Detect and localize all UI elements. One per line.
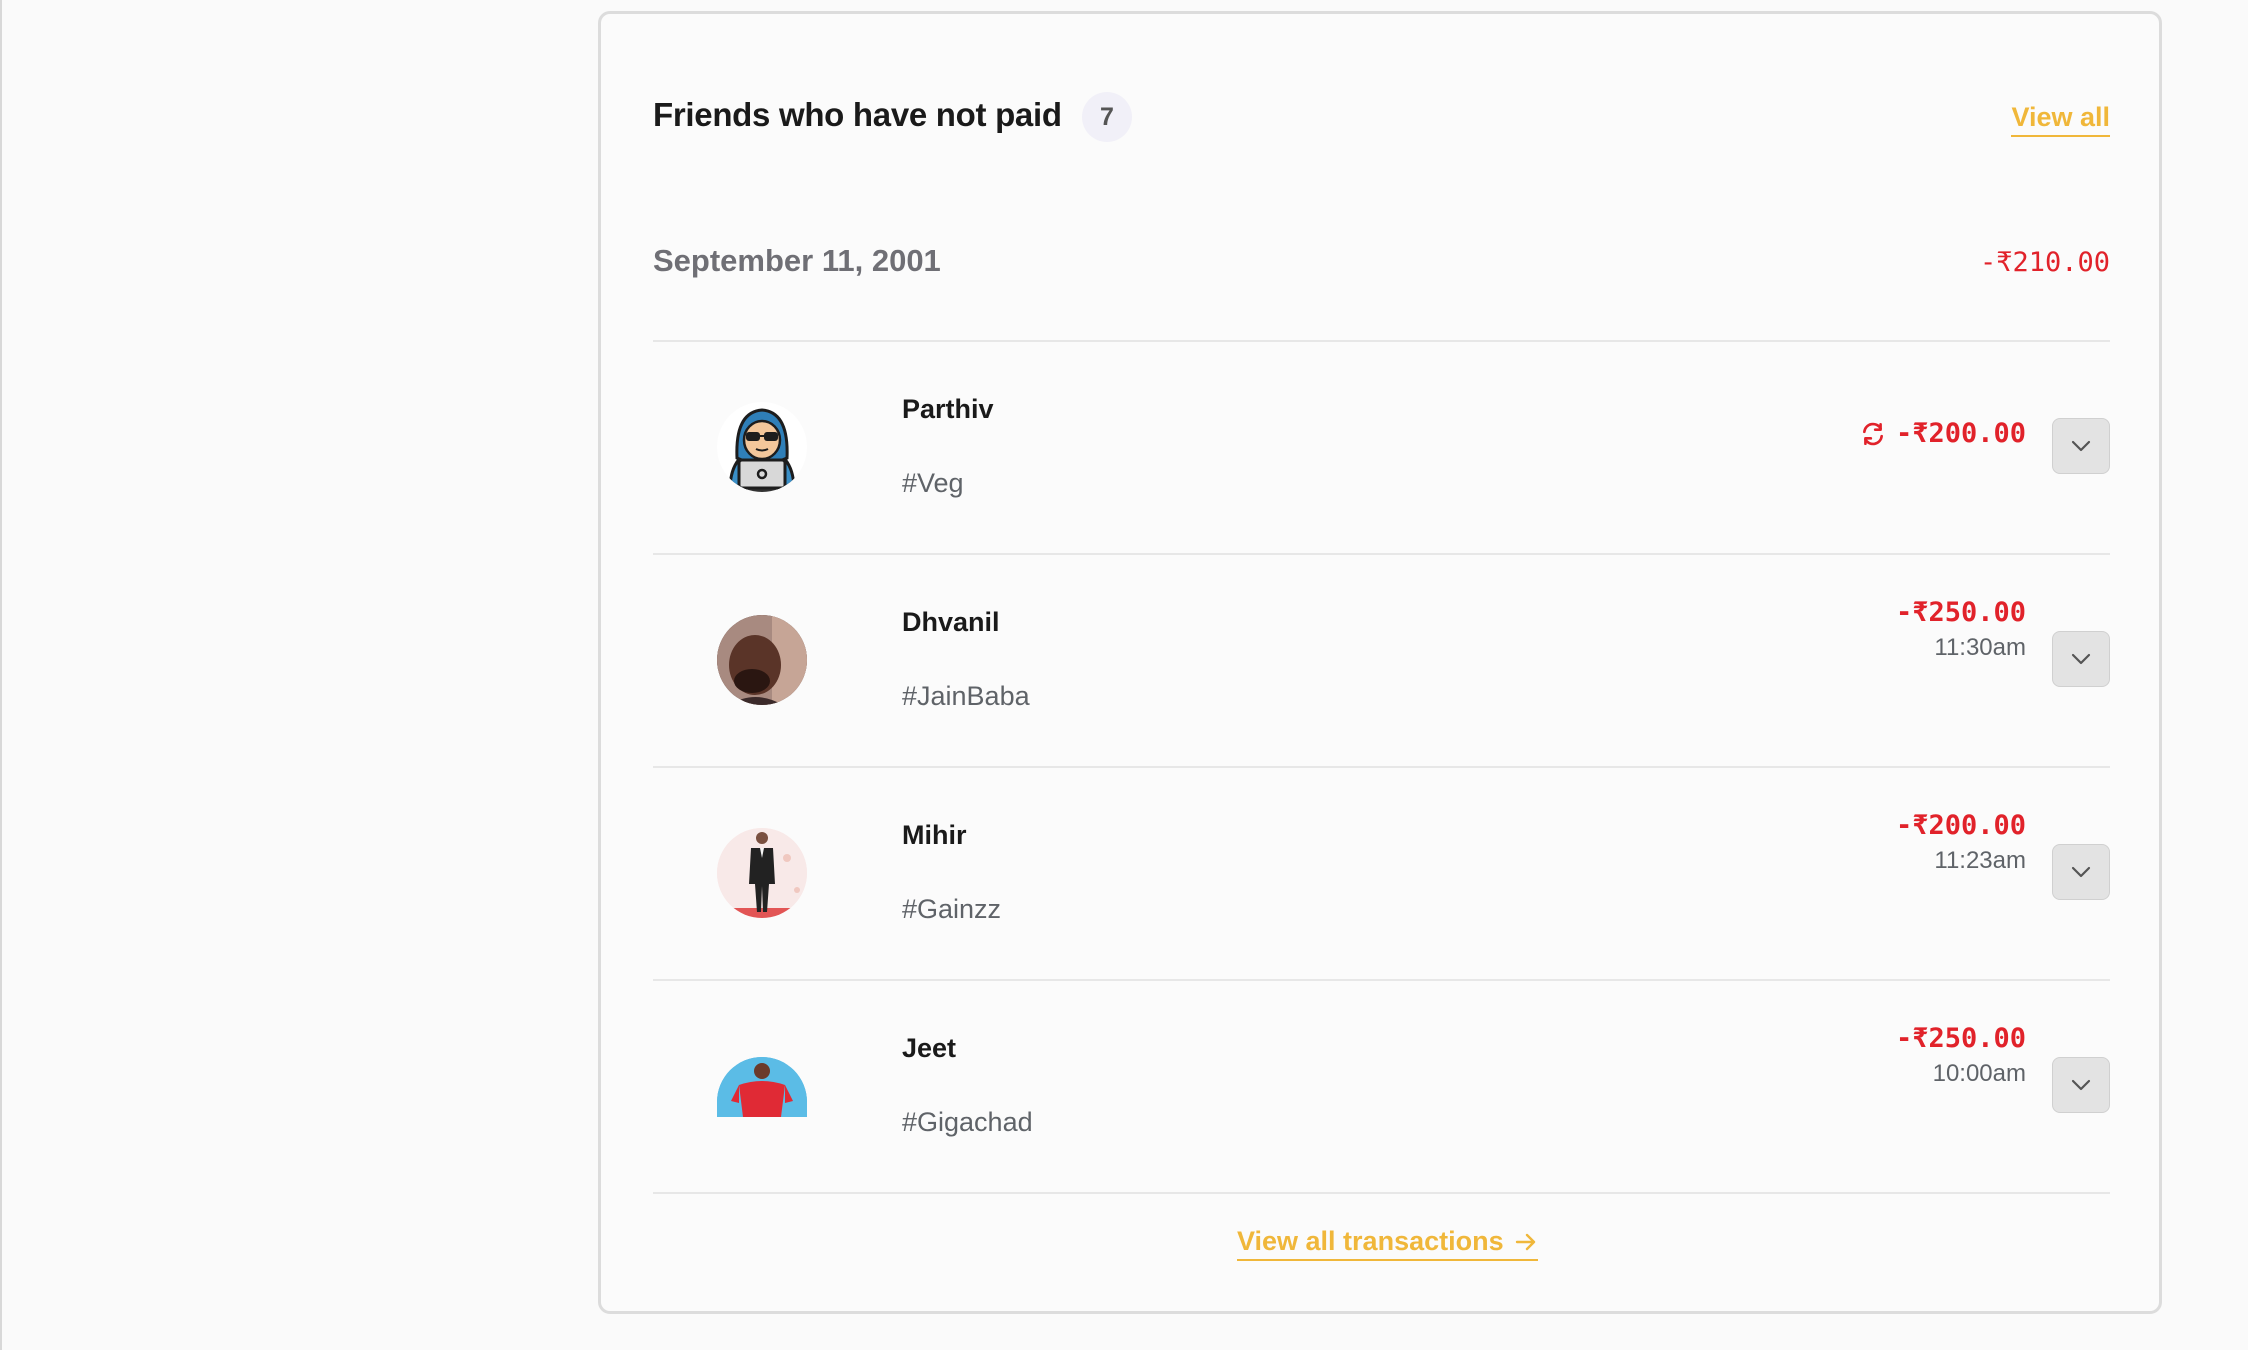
expand-button[interactable] [2052,844,2110,900]
count-badge: 7 [1082,92,1132,142]
avatar [717,615,807,705]
friend-tag: #JainBaba [902,681,1030,711]
list-item[interactable]: Dhvanil #JainBaba -₹250.00 11:30am [653,553,2110,766]
chevron-down-icon [2071,1079,2091,1091]
chevron-down-icon [2071,866,2091,878]
person-photo-icon [717,615,807,705]
hacker-avatar-icon [724,408,800,492]
page-edge [0,0,2,1350]
amount-due: -₹200.00 [1895,810,2026,841]
divider [653,1192,2110,1194]
friend-name: Mihir [902,820,967,850]
friend-name: Dhvanil [902,607,1000,637]
amount-due: -₹200.00 [1895,418,2026,449]
friend-tag: #Veg [902,468,964,498]
transaction-time: 11:30am [1934,634,2026,661]
view-all-transactions-label: View all transactions [1237,1226,1504,1256]
friend-name: Parthiv [902,394,994,424]
chevron-down-icon [2071,653,2091,665]
expand-button[interactable] [2052,631,2110,687]
expand-button[interactable] [2052,1057,2110,1113]
avatar [717,402,807,492]
arrow-right-icon [1515,1233,1535,1250]
person-photo-icon [717,828,807,918]
list-item[interactable]: Parthiv #Veg -₹200.00 [653,340,2110,553]
date-heading: September 11, 2001 [653,243,941,278]
transaction-time: 10:00am [1932,1060,2026,1087]
view-all-transactions-link[interactable]: View all transactions [1237,1226,1538,1261]
expand-button[interactable] [2052,418,2110,474]
avatar [717,1057,807,1117]
list-item[interactable]: Jeet #Gigachad -₹250.00 10:00am [653,979,2110,1192]
amount-due: -₹250.00 [1895,597,2026,628]
chevron-down-icon [2071,440,2091,452]
date-total: -₹210.00 [1979,247,2110,278]
list-item[interactable]: Mihir #Gainzz -₹200.00 11:23am [653,766,2110,979]
view-all-link[interactable]: View all [2011,102,2110,137]
friend-tag: #Gigachad [902,1107,1033,1137]
amount-due: -₹250.00 [1895,1023,2026,1054]
section-title: Friends who have not paid [653,96,1062,133]
friend-name: Jeet [902,1033,957,1063]
avatar [717,828,807,918]
person-photo-icon [717,1057,807,1117]
refresh-icon [1862,422,1883,445]
friend-tag: #Gainzz [902,894,1002,924]
transaction-time: 11:23am [1934,847,2026,874]
